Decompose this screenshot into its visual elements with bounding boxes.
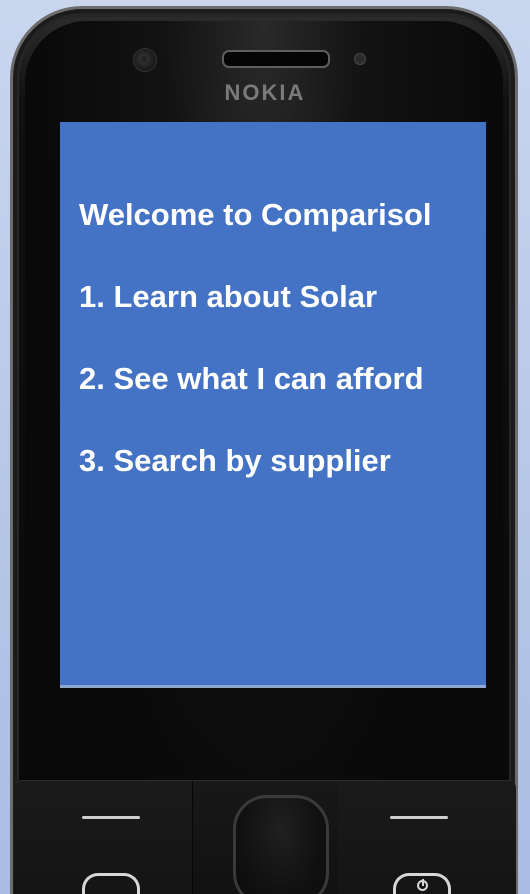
menu-item-see-what-i-can-afford[interactable]: 2. See what I can afford: [79, 358, 486, 399]
keypad: [14, 780, 516, 894]
right-dash-icon: [390, 816, 448, 819]
brand-logo: NOKIA: [224, 80, 306, 105]
welcome-message: Welcome to Comparisol: [79, 197, 432, 232]
proximity-sensor: [354, 53, 366, 65]
front-camera-icon: [133, 48, 157, 72]
call-key-icon[interactable]: [82, 873, 140, 894]
right-soft-key[interactable]: [338, 780, 516, 894]
earpiece-speaker: [222, 50, 330, 68]
end-key-icon[interactable]: [393, 873, 451, 894]
center-key-area: [192, 780, 340, 894]
navigation-pad-button[interactable]: [233, 795, 329, 894]
phone-screen: Welcome to Comparisol 1. Learn about Sol…: [60, 122, 486, 685]
left-dash-icon: [82, 816, 140, 819]
left-soft-key[interactable]: [14, 780, 192, 894]
power-icon: [417, 879, 428, 891]
menu-item-search-by-supplier[interactable]: 3. Search by supplier: [79, 440, 486, 481]
menu-item-learn-about-solar[interactable]: 1. Learn about Solar: [79, 276, 486, 317]
screen-bottom-edge: [60, 685, 486, 688]
